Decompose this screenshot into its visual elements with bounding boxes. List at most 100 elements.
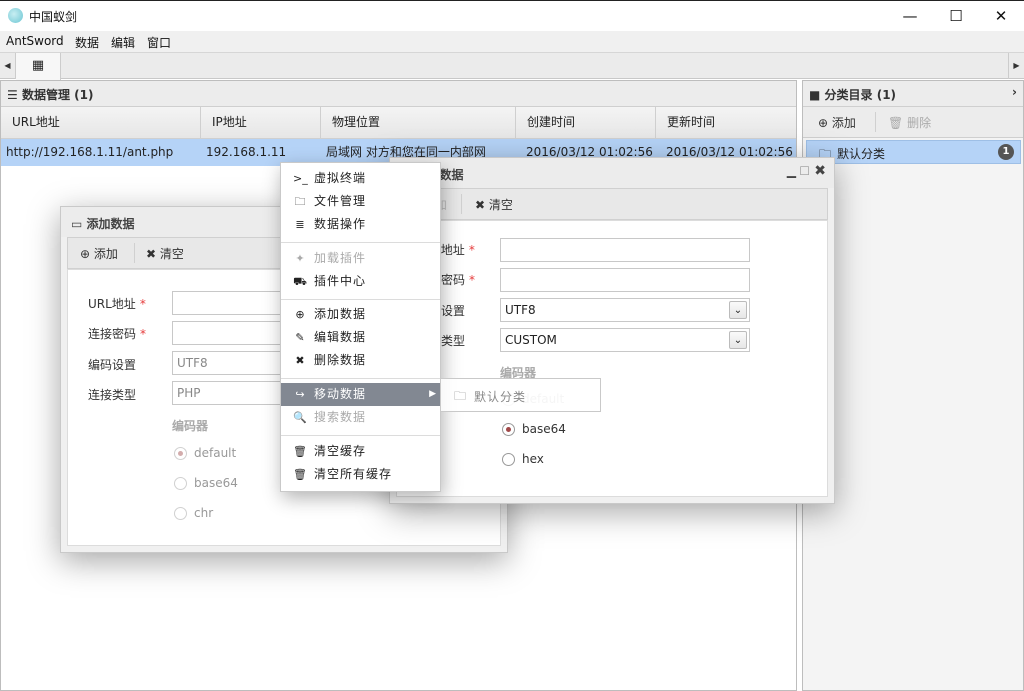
menu-edit[interactable]: 编辑: [111, 34, 135, 51]
add-data-dialog-front: ▭ 添加数据 ▁ ☐ ✖ ⊕ 添加 ✖ 清空 URL地址* 连接密码* 编码设置…: [389, 157, 835, 504]
menu-bar: AntSword 数据 编辑 窗口: [0, 31, 1024, 52]
type-value: CUSTOM: [505, 333, 557, 347]
dialog-form: URL地址* 连接密码* 编码设置 UTF8 ⌄ 连接类型 CUSTOM ⌄ 编…: [396, 220, 828, 497]
encoder-default-radio[interactable]: [174, 447, 187, 460]
menu-item-delete-data[interactable]: ✖ 删除数据: [281, 349, 440, 372]
tab-scroll-right-button[interactable]: ▶: [1008, 53, 1024, 79]
minimize-button[interactable]: —: [887, 1, 933, 31]
menu-item-label: 清空缓存: [314, 444, 367, 458]
password-input[interactable]: [500, 268, 750, 292]
clear-label: 清空: [488, 198, 513, 212]
clear-button[interactable]: ✖ 清空: [475, 196, 513, 213]
encoder-chr-label: chr: [194, 506, 214, 520]
menu-antsword[interactable]: AntSword: [6, 34, 64, 48]
menu-item-clear-all-cache[interactable]: 🗑 清空所有缓存: [281, 463, 440, 486]
url-label: URL地址*: [88, 297, 146, 311]
folder-icon: ■: [809, 88, 821, 102]
menu-item-clear-cache[interactable]: 🗑 清空缓存: [281, 440, 440, 463]
encoder-base64-label: base64: [194, 476, 238, 490]
dialog-maximize-button[interactable]: ☐: [799, 164, 810, 178]
menu-data[interactable]: 数据: [75, 34, 99, 51]
encoding-select[interactable]: UTF8 ⌄: [500, 298, 750, 322]
menu-item-edit-data[interactable]: ✎ 编辑数据: [281, 326, 440, 349]
menu-item-label: 数据操作: [314, 217, 367, 231]
move-data-submenu: 🗀 默认分类: [440, 378, 601, 412]
column-updated[interactable]: 更新时间: [656, 107, 796, 138]
collapse-chevron-icon[interactable]: ›: [1012, 85, 1017, 99]
column-location[interactable]: 物理位置: [321, 107, 516, 138]
dialog-titlebar[interactable]: ▭ 添加数据 ▁ ☐ ✖: [390, 158, 834, 188]
menu-divider: [281, 299, 440, 300]
menu-item-load-plugin[interactable]: ✦ 加载插件: [281, 247, 440, 270]
encoding-value: UTF8: [505, 303, 536, 317]
close-x-icon: ✖: [475, 198, 486, 212]
url-input[interactable]: [500, 238, 750, 262]
maximize-button[interactable]: ☐: [933, 1, 979, 31]
plus-circle-icon: ⊕: [80, 247, 91, 261]
menu-divider: [281, 378, 440, 379]
menu-window[interactable]: 窗口: [147, 34, 171, 51]
grid-header: URL地址 IP地址 物理位置 创建时间 更新时间: [1, 107, 796, 139]
encoder-title: 编码器: [172, 419, 209, 433]
menu-item-label: 编辑数据: [314, 330, 367, 344]
menu-item-search-data[interactable]: 🔍 搜索数据: [281, 406, 440, 429]
menu-item-label: 移动数据: [314, 387, 367, 401]
trash-icon: 🗑: [293, 445, 307, 458]
cell-url: http://192.168.1.11/ant.php: [6, 145, 174, 159]
menu-item-label: 搜索数据: [314, 410, 367, 424]
clear-button[interactable]: ✖ 清空: [146, 245, 184, 262]
category-item[interactable]: 🗀 默认分类 1: [806, 140, 1021, 164]
chevron-down-icon[interactable]: ⌄: [729, 301, 747, 319]
encoder-hex-radio[interactable]: [502, 453, 515, 466]
submenu-item-default-category[interactable]: 🗀 默认分类: [441, 379, 600, 411]
menu-item-label: 文件管理: [314, 194, 367, 208]
encoder-chr-radio[interactable]: [174, 507, 187, 520]
category-panel: ■ 分类目录 (1) › ⊕ 添加 🗑 删除 🗀 默认分类 1: [802, 80, 1024, 691]
puzzle-icon: ✦: [295, 252, 305, 265]
delete-category-button[interactable]: 🗑 删除: [888, 114, 931, 131]
menu-item-virtual-terminal[interactable]: >_ 虚拟终端: [281, 167, 440, 190]
data-panel-header: ☰ 数据管理 (1): [1, 81, 796, 107]
menu-item-database[interactable]: ≣ 数据操作: [281, 213, 440, 236]
category-toolbar: ⊕ 添加 🗑 删除: [803, 107, 1023, 138]
dialog-toolbar: ⊕ 添加 ✖ 清空: [396, 188, 828, 220]
dialog-close-button[interactable]: ✖: [814, 163, 826, 179]
add-category-button[interactable]: ⊕ 添加: [818, 114, 856, 131]
toolbar-divider: [461, 194, 462, 214]
share-icon: ↪: [295, 388, 305, 401]
menu-item-move-data[interactable]: ↪ 移动数据 ▶: [281, 383, 440, 406]
password-label: 连接密码 *: [88, 327, 147, 341]
menu-item-label: 添加数据: [314, 307, 367, 321]
encoder-base64-radio[interactable]: [502, 423, 515, 436]
encoder-base64-radio[interactable]: [174, 477, 187, 490]
column-ip[interactable]: IP地址: [201, 107, 321, 138]
tab-home[interactable]: ▦: [16, 53, 61, 80]
list-icon: ☰: [7, 88, 18, 102]
window-icon: ▭: [71, 217, 83, 231]
menu-item-file-manager[interactable]: 🗀 文件管理: [281, 190, 440, 213]
terminal-icon: >_: [293, 172, 308, 185]
menu-item-add-data[interactable]: ⊕ 添加数据: [281, 303, 440, 326]
dialog-minimize-button[interactable]: ▁: [787, 164, 796, 178]
category-panel-title: 分类目录 (1): [824, 88, 897, 102]
menu-item-label: 清空所有缓存: [314, 467, 393, 481]
folder-icon: 🗀: [454, 389, 467, 403]
menu-item-plugin-center[interactable]: ⛟ 插件中心: [281, 270, 440, 293]
column-url[interactable]: URL地址: [1, 107, 201, 138]
add-button[interactable]: ⊕ 添加: [80, 245, 118, 262]
menu-item-label: 删除数据: [314, 353, 367, 367]
category-panel-header: ■ 分类目录 (1) ›: [803, 81, 1023, 107]
type-select[interactable]: CUSTOM ⌄: [500, 328, 750, 352]
column-created[interactable]: 创建时间: [516, 107, 656, 138]
toolbar-divider: [134, 243, 135, 263]
trash-filled-icon: 🗑: [293, 468, 307, 481]
tab-scroll-left-button[interactable]: ◀: [0, 53, 16, 79]
menu-item-label: 加载插件: [314, 251, 367, 265]
close-button[interactable]: ✕: [978, 1, 1024, 31]
chevron-down-icon[interactable]: ⌄: [729, 331, 747, 349]
title-bar: 中国蚁剑 — ☐ ✕: [0, 0, 1024, 31]
menu-item-label: 虚拟终端: [314, 171, 367, 185]
delete-x-icon: ✖: [295, 354, 305, 367]
folder-icon: 🗀: [294, 195, 306, 208]
encoder-hex-label: hex: [522, 452, 544, 466]
